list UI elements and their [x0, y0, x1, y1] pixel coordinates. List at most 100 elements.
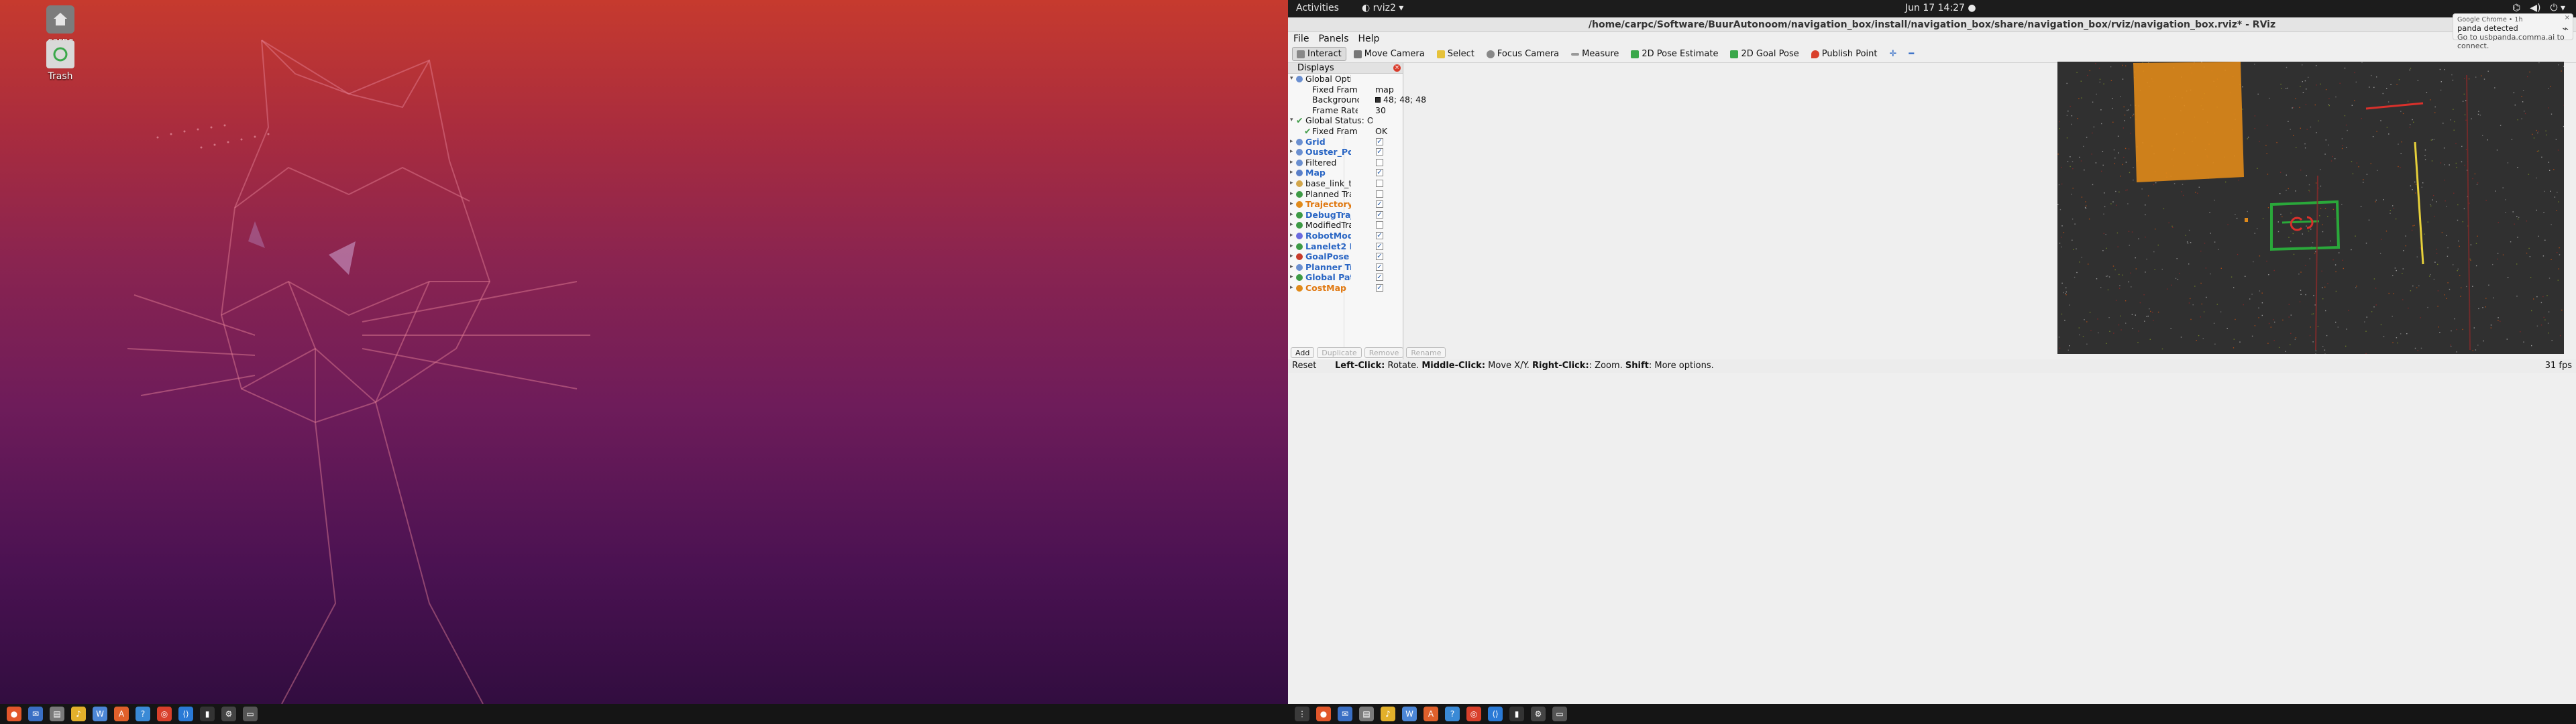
- chevron-right-icon[interactable]: ▸: [1290, 231, 1295, 241]
- tool-measure[interactable]: Measure: [1566, 47, 1623, 61]
- display-row[interactable]: ▸ Planner Trajec... ✓: [1288, 262, 1403, 273]
- rviz-icon[interactable]: ▭: [243, 707, 258, 721]
- help-icon[interactable]: ?: [1445, 707, 1460, 721]
- display-checkbox[interactable]: [1376, 221, 1383, 229]
- add-display-button[interactable]: Add: [1291, 347, 1315, 358]
- tool-add[interactable]: ✛: [1884, 47, 1901, 61]
- tree-row-background-color[interactable]: Background Color 48; 48; 48: [1288, 95, 1426, 105]
- window-title-bar[interactable]: /home/carpc/Software/BuurAutonoom/naviga…: [1288, 17, 2576, 32]
- display-checkbox[interactable]: ✓: [1376, 169, 1383, 177]
- system-tray[interactable]: ⌬ ◀) ⏻ ▾: [2512, 3, 2565, 13]
- tool-2d-pose-estimate[interactable]: 2D Pose Estimate: [1626, 47, 1723, 61]
- tool-select[interactable]: Select: [1432, 47, 1479, 61]
- display-row[interactable]: ▸ TrajectoryBou... ✓: [1288, 199, 1403, 210]
- render-scene[interactable]: [2057, 62, 2564, 354]
- rviz-icon[interactable]: ▭: [1552, 707, 1567, 721]
- display-row[interactable]: ▸ CostMap ✓: [1288, 283, 1403, 294]
- clock[interactable]: Jun 17 14:27 ●: [1905, 3, 1976, 13]
- chevron-right-icon[interactable]: ▸: [1290, 241, 1295, 252]
- software-icon[interactable]: A: [114, 707, 129, 721]
- chevron-right-icon[interactable]: ▸: [1290, 178, 1295, 189]
- firefox-icon[interactable]: ●: [7, 707, 21, 721]
- tool-remove[interactable]: ━: [1904, 47, 1919, 61]
- chevron-right-icon[interactable]: ▸: [1290, 189, 1295, 200]
- display-checkbox[interactable]: ✓: [1376, 242, 1383, 250]
- display-checkbox[interactable]: [1376, 179, 1383, 187]
- menu-panels[interactable]: Panels: [1318, 32, 1348, 46]
- display-checkbox[interactable]: ✓: [1376, 284, 1383, 292]
- display-row[interactable]: ▸ Planned Traject...: [1288, 189, 1403, 200]
- settings-icon[interactable]: ⚙: [1531, 707, 1546, 721]
- property-value[interactable]: map: [1375, 84, 1394, 95]
- chevron-right-icon[interactable]: ▸: [1290, 147, 1295, 158]
- files-icon[interactable]: ▤: [50, 707, 64, 721]
- chevron-right-icon[interactable]: ▸: [1290, 272, 1295, 283]
- notification-popup[interactable]: Google Chrome • 1h panda detected Go to …: [2453, 13, 2573, 50]
- display-checkbox[interactable]: ✓: [1376, 274, 1383, 282]
- duplicate-button[interactable]: Duplicate: [1317, 347, 1362, 358]
- display-row[interactable]: ▸ RobotModel ✓: [1288, 231, 1403, 241]
- menu-help[interactable]: Help: [1358, 32, 1380, 46]
- chevron-right-icon[interactable]: ▸: [1290, 283, 1295, 294]
- display-row[interactable]: ▸ Lanelet2 Map ✓: [1288, 241, 1403, 252]
- rename-button[interactable]: Rename: [1406, 347, 1446, 358]
- chevron-right-icon[interactable]: ▸: [1290, 210, 1295, 221]
- chevron-down-icon[interactable]: ▾: [1290, 115, 1295, 126]
- display-row[interactable]: ▸ Grid ✓: [1288, 137, 1403, 147]
- chevron-right-icon[interactable]: ▸: [1290, 168, 1295, 178]
- property-value[interactable]: 48; 48; 48: [1375, 95, 1426, 105]
- render-viewport[interactable]: [2057, 62, 2564, 354]
- tree-row-global-options[interactable]: ▾ Global Options: [1288, 74, 1403, 84]
- display-row[interactable]: ▸ GoalPose ✓: [1288, 251, 1403, 262]
- terminal-icon[interactable]: ▮: [200, 707, 215, 721]
- tool-focus-camera[interactable]: Focus Camera: [1482, 47, 1564, 61]
- tree-row-frame-rate[interactable]: Frame Rate 30: [1288, 105, 1403, 116]
- chevron-right-icon[interactable]: ▸: [1290, 220, 1295, 231]
- display-row[interactable]: ▸ ModifiedTrajec...: [1288, 220, 1403, 231]
- display-row[interactable]: ▸ Map ✓: [1288, 168, 1403, 178]
- tool-move-camera[interactable]: Move Camera: [1349, 47, 1430, 61]
- firefox-icon[interactable]: ●: [1316, 707, 1331, 721]
- display-row[interactable]: ▸ Ouster_Points ✓: [1288, 147, 1403, 158]
- menu-file[interactable]: File: [1293, 32, 1309, 46]
- help-icon[interactable]: ?: [136, 707, 150, 721]
- display-checkbox[interactable]: ✓: [1376, 231, 1383, 239]
- remove-button[interactable]: Remove: [1364, 347, 1404, 358]
- app-menu[interactable]: ◐ rviz2 ▾: [1362, 3, 1403, 13]
- chevron-right-icon[interactable]: ▸: [1290, 137, 1295, 147]
- terminal-icon[interactable]: ▮: [1509, 707, 1524, 721]
- display-row[interactable]: ▸ Filtered: [1288, 158, 1403, 168]
- desktop-icon-trash[interactable]: Trash: [30, 40, 91, 82]
- tree-row-global-status[interactable]: ▾ ✔ Global Status: Ok: [1288, 115, 1403, 126]
- display-checkbox[interactable]: ✓: [1376, 210, 1383, 219]
- tree-row-status-fixed-frame[interactable]: ✔ Fixed Frame OK: [1288, 126, 1403, 137]
- chevron-right-icon[interactable]: ▸: [1290, 158, 1295, 168]
- display-checkbox[interactable]: [1376, 190, 1383, 198]
- display-row[interactable]: ▸ DebugTrajecto... ✓: [1288, 210, 1403, 221]
- display-checkbox[interactable]: ✓: [1376, 148, 1383, 156]
- vscode-icon[interactable]: ⟨⟩: [178, 707, 193, 721]
- rhythmbox-icon[interactable]: ♪: [71, 707, 86, 721]
- display-checkbox[interactable]: ✓: [1376, 200, 1383, 208]
- rhythmbox-icon[interactable]: ♪: [1381, 707, 1395, 721]
- close-icon[interactable]: ×: [1393, 64, 1401, 72]
- settings-icon[interactable]: ⚙: [221, 707, 236, 721]
- software-icon[interactable]: A: [1424, 707, 1438, 721]
- vscode-icon[interactable]: ⟨⟩: [1488, 707, 1503, 721]
- thunderbird-icon[interactable]: ✉: [1338, 707, 1352, 721]
- show-apps-icon[interactable]: ⋮: [1295, 707, 1309, 721]
- property-value[interactable]: 30: [1375, 105, 1386, 116]
- chevron-right-icon[interactable]: ▸: [1290, 262, 1295, 273]
- writer-icon[interactable]: W: [93, 707, 107, 721]
- tool-publish-point[interactable]: Publish Point: [1807, 47, 1882, 61]
- display-row[interactable]: ▸ base_link_tf: [1288, 178, 1403, 189]
- writer-icon[interactable]: W: [1402, 707, 1417, 721]
- display-checkbox[interactable]: [1376, 158, 1383, 166]
- chevron-down-icon[interactable]: ▾: [1290, 74, 1295, 84]
- display-row[interactable]: ▸ Global Path ✓: [1288, 272, 1403, 283]
- chevron-right-icon[interactable]: ▸: [1290, 199, 1295, 210]
- close-icon[interactable]: ×: [2565, 14, 2570, 21]
- chevron-right-icon[interactable]: ▸: [1290, 251, 1295, 262]
- activities-button[interactable]: Activities: [1296, 3, 1339, 13]
- tree-row-fixed-frame[interactable]: Fixed Frame map: [1288, 84, 1403, 95]
